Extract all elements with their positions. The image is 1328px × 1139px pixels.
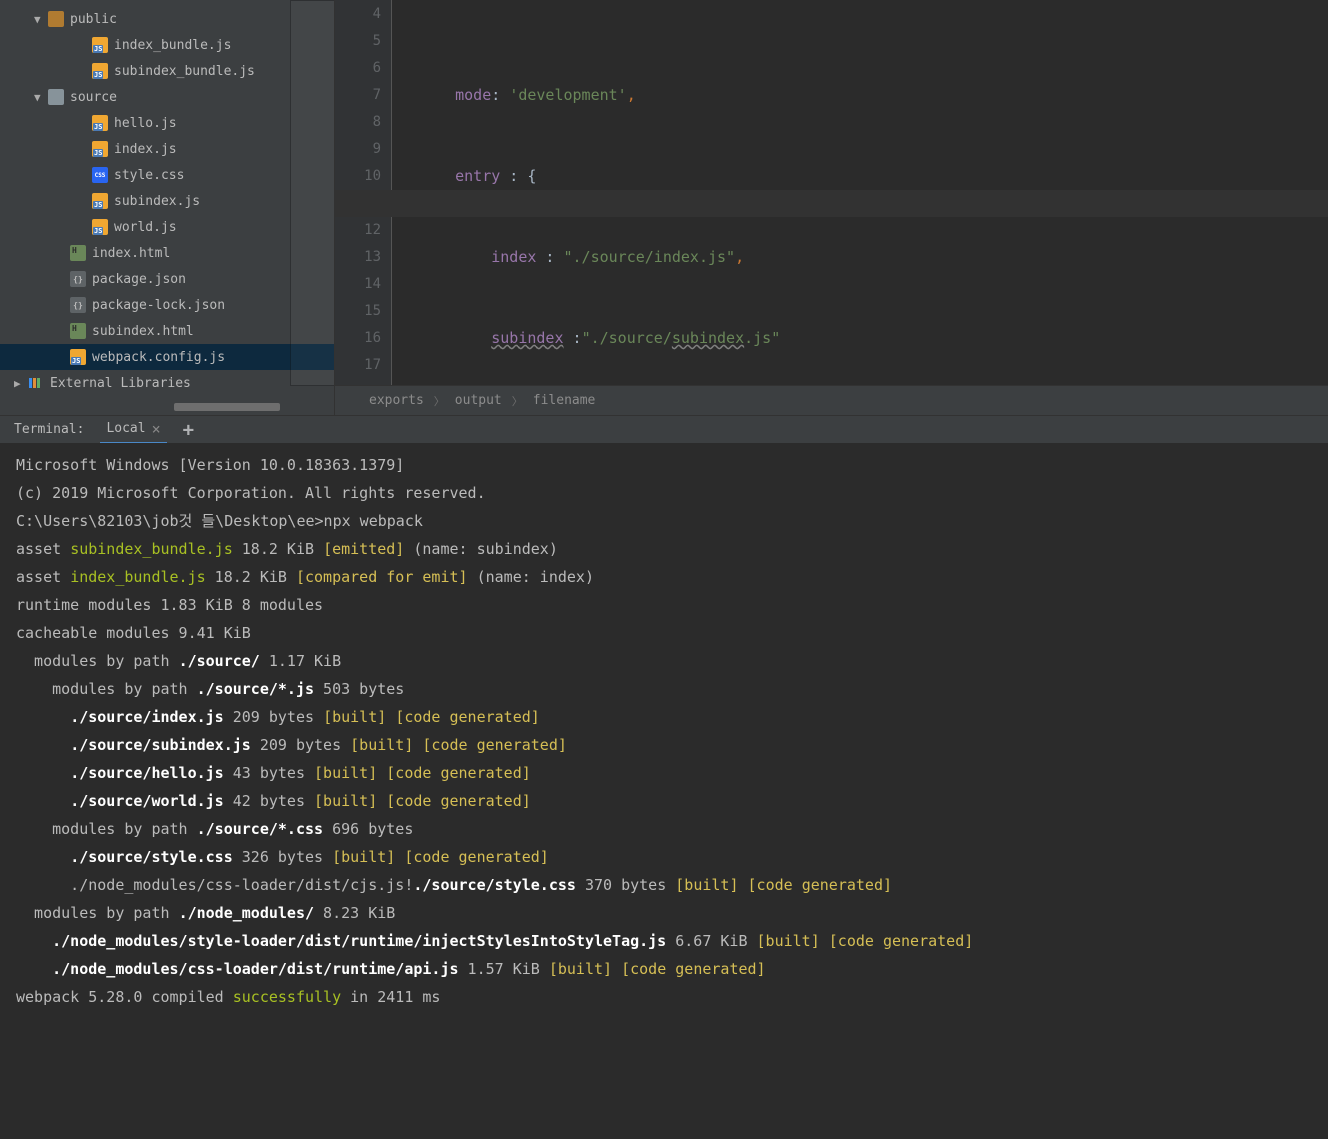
file-item[interactable]: index_bundle.js [0,32,334,58]
file-item[interactable]: index.html [0,240,334,266]
file-item[interactable]: subindex.js [0,188,334,214]
chevron-right-icon: 〉 [434,393,445,409]
js-icon [92,219,108,235]
terminal-tab[interactable]: Local × [100,416,166,444]
tree-item-label: External Libraries [50,376,191,391]
terminal-line: asset subindex_bundle.js 18.2 KiB [emitt… [16,535,1312,563]
terminal-line: cacheable modules 9.41 KiB [16,619,1312,647]
html-icon [70,323,86,339]
terminal-output[interactable]: Microsoft Windows [Version 10.0.18363.13… [0,443,1328,1139]
tree-item-label: public [70,12,117,27]
terminal-line: ./source/world.js 42 bytes [built] [code… [16,787,1312,815]
tree-item-label: subindex.js [114,194,200,209]
json-icon [70,271,86,287]
folder-icon [48,11,64,27]
tree-item-label: index.js [114,142,177,157]
tree-item-label: subindex_bundle.js [114,64,255,79]
file-item[interactable]: package.json [0,266,334,292]
js-icon [70,349,86,365]
json-icon [70,297,86,313]
folder-item[interactable]: ▼ public [0,6,334,32]
terminal-line: C:\Users\82103\job것 들\Desktop\ee>npx web… [16,507,1312,535]
terminal-line: ./source/hello.js 43 bytes [built] [code… [16,759,1312,787]
breadcrumb[interactable]: exports 〉 output 〉 filename [335,385,1328,415]
project-sidebar[interactable]: ▼ public index_bundle.js subindex_bundle.js… [0,0,335,415]
tree-item-label: subindex.html [92,324,194,339]
file-item[interactable]: index.js [0,136,334,162]
terminal-line: ./source/style.css 326 bytes [built] [co… [16,843,1312,871]
terminal-line: asset index_bundle.js 18.2 KiB [compared… [16,563,1312,591]
close-icon[interactable]: × [152,420,161,438]
terminal-line: modules by path ./source/ 1.17 KiB [16,647,1312,675]
js-icon [92,37,108,53]
terminal-line: ./source/subindex.js 209 bytes [built] [… [16,731,1312,759]
tree-item-label: hello.js [114,116,177,131]
terminal-line: ./node_modules/css-loader/dist/runtime/a… [16,955,1312,983]
folder-item[interactable]: ▼ source [0,84,334,110]
js-icon [92,63,108,79]
code-editor[interactable]: 4567891011121314151617 mode: 'developmen… [335,0,1328,415]
terminal-line: ./source/index.js 209 bytes [built] [cod… [16,703,1312,731]
terminal-label: Terminal: [14,422,84,437]
tree-item-label: world.js [114,220,177,235]
file-item[interactable]: ▶ External Libraries [0,370,334,396]
tree-item-label: package-lock.json [92,298,225,313]
file-item[interactable]: hello.js [0,110,334,136]
css-icon [92,167,108,183]
terminal-line: Microsoft Windows [Version 10.0.18363.13… [16,451,1312,479]
file-item[interactable]: webpack.config.js [0,344,334,370]
breadcrumb-item[interactable]: exports [369,393,424,408]
chevron-right-icon: 〉 [512,393,523,409]
sidebar-scrollbar[interactable] [0,403,280,411]
caret-icon[interactable]: ▶ [14,377,26,390]
breadcrumb-item[interactable]: output [455,393,502,408]
caret-icon[interactable]: ▼ [34,13,46,26]
lib-icon [28,375,44,391]
add-terminal-button[interactable]: + [183,419,194,441]
tree-item-label: source [70,90,117,105]
tree-item-label: index_bundle.js [114,38,231,53]
minimap-overlay [290,0,335,386]
breadcrumb-item[interactable]: filename [533,393,596,408]
current-line-highlight [335,190,1328,217]
js-icon [92,115,108,131]
file-item[interactable]: subindex_bundle.js [0,58,334,84]
terminal-header: Terminal: Local × + [0,415,1328,443]
caret-icon[interactable]: ▼ [34,91,46,104]
terminal-line: modules by path ./node_modules/ 8.23 KiB [16,899,1312,927]
file-item[interactable]: package-lock.json [0,292,334,318]
tree-item-label: package.json [92,272,186,287]
html-icon [70,245,86,261]
folder-gray-icon [48,89,64,105]
terminal-line: modules by path ./source/*.css 696 bytes [16,815,1312,843]
tree-item-label: index.html [92,246,170,261]
js-icon [92,193,108,209]
terminal-line: runtime modules 1.83 KiB 8 modules [16,591,1312,619]
terminal-line: webpack 5.28.0 compiled successfully in … [16,983,1312,1011]
file-item[interactable]: world.js [0,214,334,240]
tree-item-label: webpack.config.js [92,350,225,365]
js-icon [92,141,108,157]
terminal-line: ./node_modules/style-loader/dist/runtime… [16,927,1312,955]
file-item[interactable]: style.css [0,162,334,188]
terminal-line: (c) 2019 Microsoft Corporation. All righ… [16,479,1312,507]
terminal-line: modules by path ./source/*.js 503 bytes [16,675,1312,703]
tree-item-label: style.css [114,168,184,183]
terminal-line: ./node_modules/css-loader/dist/cjs.js!./… [16,871,1312,899]
file-item[interactable]: subindex.html [0,318,334,344]
